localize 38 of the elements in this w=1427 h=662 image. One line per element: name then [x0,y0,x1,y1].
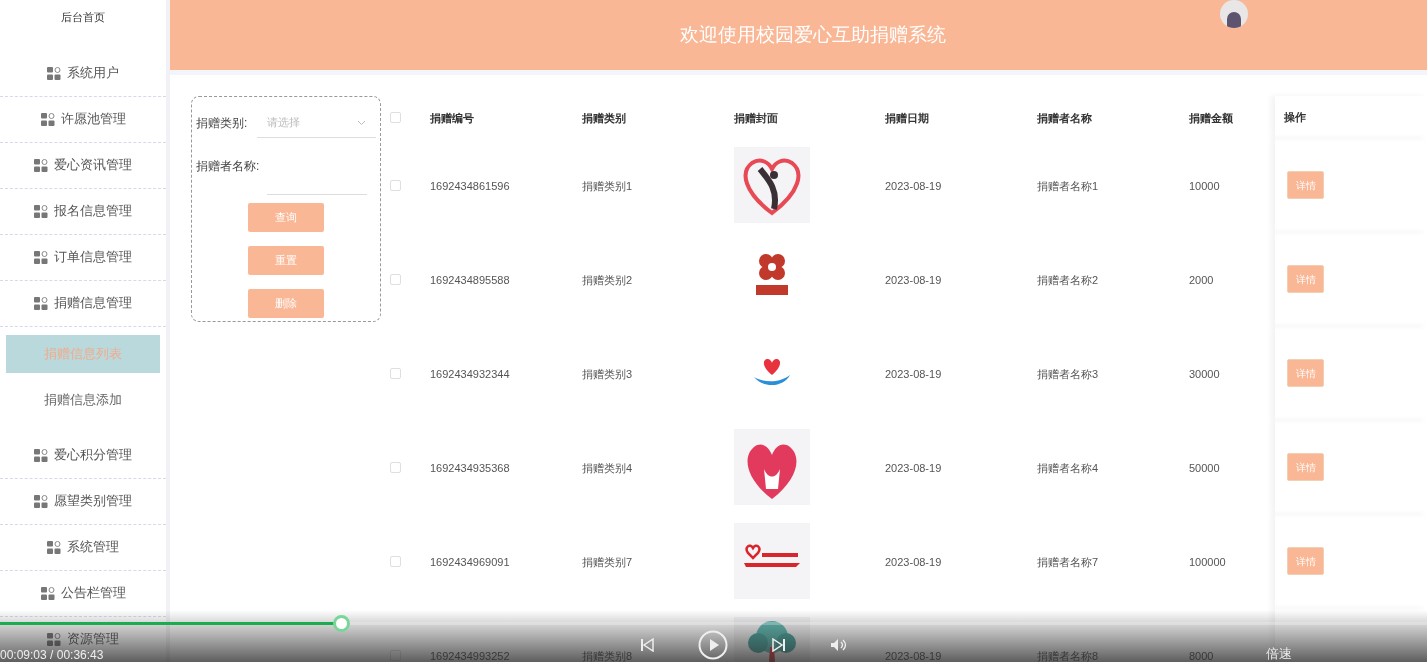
table-cell: 1692434932344 [430,368,510,380]
table-cell: 1692434969091 [430,556,510,568]
header-title: 欢迎使用校园爱心互助捐赠系统 [679,22,946,47]
column-header: 操作 [1284,109,1306,125]
table-cell: 50000 [1189,462,1220,474]
table-cell: 捐赠者名称3 [1037,368,1099,380]
column-header: 捐赠编号 [430,112,474,124]
table-cell: 捐赠类别2 [582,274,633,286]
table-cell: 捐赠类别4 [582,462,633,474]
table-cell: 捐赠者名称1 [1037,180,1099,192]
column-header: 捐赠类别 [582,112,626,124]
time-readout: 00:09:03 / 00:36:43 [0,648,104,662]
table-cell: 1692434935368 [430,462,510,474]
table-cell: 1692434895588 [430,274,510,286]
table-cell: 30000 [1189,368,1220,380]
table-cell: 捐赠者名称4 [1037,462,1099,474]
column-header: 捐赠金额 [1189,112,1233,124]
table-cell: 2023-08-19 [885,368,942,380]
table-cell: 捐赠类别7 [582,556,633,568]
field-label: 捐赠者名称: [196,158,260,175]
column-header: 捐赠日期 [885,112,929,124]
table-cell: 2023-08-19 [885,650,942,662]
table-cell: 10000 [1189,180,1220,192]
table-cell: 捐赠者名称2 [1037,274,1099,286]
table-cell: 2023-08-19 [885,462,942,474]
table-cell: 2023-08-19 [885,274,942,286]
table-cell: 2023-08-19 [885,180,942,192]
table-cell: 100000 [1189,556,1226,568]
column-header: 捐赠封面 [734,112,778,124]
table-cell: 捐赠类别1 [582,180,633,192]
column-header: 捐赠者名称 [1037,112,1092,124]
table-cell: 2000 [1189,274,1214,286]
table-cell: 1692434993252 [430,650,510,662]
field-label: 捐赠类别: [196,115,248,132]
table-cell: 捐赠者名称7 [1037,556,1099,568]
table-cell: 2023-08-19 [885,556,942,568]
table-cell: 捐赠类别3 [582,368,633,380]
table-cell: 1692434861596 [430,180,510,192]
